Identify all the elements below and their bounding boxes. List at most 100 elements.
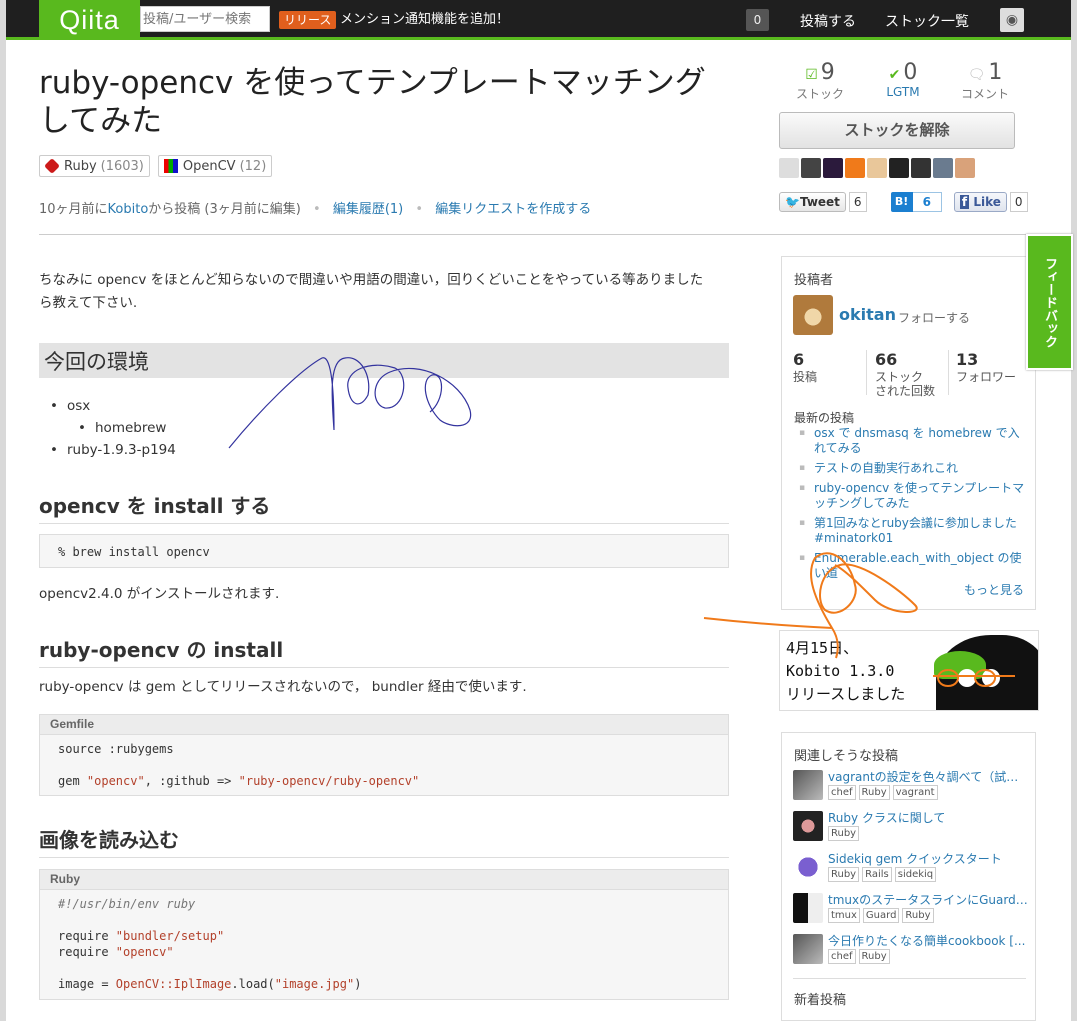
stocker-avatar[interactable] bbox=[955, 158, 975, 178]
related-header: 関連しそうな投稿 bbox=[794, 749, 899, 764]
related-author-avatar[interactable] bbox=[793, 770, 823, 800]
stocker-avatar[interactable] bbox=[845, 158, 865, 178]
related-tag[interactable]: chef bbox=[828, 949, 856, 964]
unstock-button[interactable]: ストックを解除 bbox=[779, 112, 1015, 149]
related-tag[interactable]: Rails bbox=[862, 867, 892, 882]
code-block-ruby: Ruby #!/usr/bin/env ruby require "bundle… bbox=[39, 869, 729, 1000]
author-name-link[interactable]: okitan bbox=[839, 305, 896, 324]
ruby-install-note: ruby-opencv は gem としてリリースされないので， bundler… bbox=[39, 679, 527, 695]
recent-post-link[interactable]: 第1回みなとruby会議に参加しました #minatork01 bbox=[799, 516, 1029, 546]
stocker-avatar[interactable] bbox=[801, 158, 821, 178]
nav-post-link[interactable]: 投稿する bbox=[800, 11, 856, 31]
window-left-edge bbox=[0, 0, 6, 1021]
recent-post-link[interactable]: ruby-opencv を使ってテンプレートマッチングしてみた bbox=[799, 481, 1029, 511]
tag-count: (12) bbox=[239, 158, 267, 174]
list-item: osx bbox=[50, 395, 176, 417]
stocker-avatar[interactable] bbox=[867, 158, 887, 178]
tag-opencv[interactable]: OpenCV (12) bbox=[157, 155, 273, 177]
hatena-bookmark-button[interactable]: B! bbox=[890, 192, 913, 212]
stocker-avatar[interactable] bbox=[911, 158, 931, 178]
author-posts-stat[interactable]: 6 投稿 bbox=[793, 350, 817, 384]
code-token: , :github => bbox=[144, 774, 239, 788]
related-tag[interactable]: Ruby bbox=[858, 785, 890, 800]
edit-history-link[interactable]: 編集履歴(1) bbox=[333, 202, 403, 217]
related-tag[interactable]: vagrant bbox=[892, 785, 938, 800]
related-tag[interactable]: chef bbox=[828, 785, 856, 800]
related-post-link[interactable]: 今日作りたくなる簡単cookbook [... bbox=[828, 932, 1028, 949]
facebook-like-button[interactable]: f Like bbox=[953, 192, 1007, 212]
related-author-avatar[interactable] bbox=[793, 934, 823, 964]
banner-line: 4月15日、 bbox=[786, 639, 859, 657]
banner-text: 4月15日、 Kobito 1.3.0 リリースしました bbox=[786, 637, 905, 706]
stat-number: 66 bbox=[875, 350, 898, 369]
related-tag[interactable]: Ruby bbox=[828, 826, 860, 841]
environment-list: osx homebrew ruby-1.9.3-p194 bbox=[50, 395, 176, 461]
separator-dot: • bbox=[313, 202, 321, 217]
related-tag[interactable]: Ruby bbox=[858, 949, 890, 964]
opencv-icon bbox=[163, 159, 178, 173]
stock-stat[interactable]: ☑ 9 ストック bbox=[785, 60, 855, 102]
lgtm-count: 0 bbox=[903, 60, 918, 85]
edit-request-link[interactable]: 編集リクエストを作成する bbox=[435, 202, 591, 217]
kobito-link[interactable]: Kobito bbox=[108, 202, 149, 217]
tag-ruby[interactable]: Ruby (1603) bbox=[39, 155, 150, 177]
related-tag[interactable]: tmux bbox=[828, 908, 860, 923]
recent-post-link[interactable]: テストの自動実行あれこれ bbox=[799, 461, 1029, 476]
related-tags: chef Ruby bbox=[828, 949, 890, 964]
code-filename: Gemfile bbox=[40, 715, 728, 735]
stocker-avatar[interactable] bbox=[889, 158, 909, 178]
related-tag[interactable]: Ruby bbox=[902, 908, 934, 923]
related-author-avatar[interactable] bbox=[793, 811, 823, 841]
nav-stock-list-link[interactable]: ストック一覧 bbox=[885, 11, 969, 31]
stocker-avatar[interactable] bbox=[933, 158, 953, 178]
kobito-release-banner[interactable]: 4月15日、 Kobito 1.3.0 リリースしました bbox=[779, 630, 1039, 711]
related-tag[interactable]: Ruby bbox=[828, 867, 860, 882]
code-filename: Ruby bbox=[40, 870, 728, 890]
title-line-1: ruby-opencv を使ってテンプレートマッチング bbox=[39, 65, 706, 101]
stat-label: された回数 bbox=[875, 384, 936, 398]
recent-posts-header: 最新の投稿 bbox=[794, 411, 855, 425]
code-block-install: % brew install opencv bbox=[39, 534, 729, 568]
recent-post-link[interactable]: Enumerable.each_with_object の使い道 bbox=[799, 551, 1029, 581]
related-post-link[interactable]: vagrantの設定を色々調べて（試し… bbox=[828, 768, 1028, 785]
window-right-edge bbox=[1071, 0, 1077, 1021]
related-author-avatar[interactable] bbox=[793, 852, 823, 882]
release-badge[interactable]: リリース bbox=[279, 11, 337, 29]
author-stocked-stat[interactable]: 66 ストック された回数 bbox=[875, 350, 935, 398]
stocker-avatar[interactable] bbox=[779, 158, 799, 178]
user-avatar-icon[interactable]: ◉ bbox=[1000, 8, 1024, 32]
stock-label: ストック bbox=[795, 87, 844, 101]
author-avatar[interactable] bbox=[793, 295, 833, 335]
code-token: "opencv" bbox=[86, 774, 145, 788]
more-link[interactable]: もっと見る bbox=[964, 581, 1024, 598]
author-followers-stat[interactable]: 13 フォロワー bbox=[956, 350, 1016, 384]
list-item: homebrew bbox=[50, 417, 176, 439]
top-navbar: Qiita リリース メンション通知機能を追加！ 0 投稿する ストック一覧 ◉ bbox=[6, 0, 1071, 40]
related-author-avatar[interactable] bbox=[793, 893, 823, 923]
feedback-tab[interactable]: フィードバック bbox=[1026, 234, 1073, 370]
twitter-icon: 🐦 bbox=[785, 195, 800, 209]
lgtm-stat[interactable]: ✔ 0 LGTM bbox=[868, 60, 938, 99]
title-line-2: してみた bbox=[39, 103, 163, 139]
release-announcement-link[interactable]: メンション通知機能を追加！ bbox=[340, 11, 509, 29]
code-text: #!/usr/bin/env ruby require "bundler/set… bbox=[40, 890, 728, 998]
search-input[interactable] bbox=[140, 6, 270, 32]
related-post-link[interactable]: Ruby クラスに関して bbox=[828, 809, 1028, 826]
related-tags: chef Ruby vagrant bbox=[828, 785, 938, 800]
comment-stat[interactable]: 🗨 1 コメント bbox=[950, 60, 1020, 102]
panel-divider bbox=[793, 978, 1026, 979]
follow-link[interactable]: フォローする bbox=[898, 309, 970, 326]
related-post-link[interactable]: tmuxのステータスラインにGuard… bbox=[828, 891, 1028, 908]
related-tag[interactable]: sidekiq bbox=[894, 867, 937, 882]
recent-posts-list: osx で dnsmasq を homebrew で入れてみる テストの自動実行… bbox=[799, 426, 1029, 586]
code-text: source :rubygems gem "opencv", :github =… bbox=[40, 735, 728, 795]
recent-post-link[interactable]: osx で dnsmasq を homebrew で入れてみる bbox=[799, 426, 1029, 456]
intro-line: ら教えて下さい. bbox=[39, 295, 138, 311]
comment-icon: 🗨 bbox=[967, 67, 986, 83]
qiita-logo[interactable]: Qiita bbox=[39, 0, 140, 40]
notification-count[interactable]: 0 bbox=[746, 9, 769, 31]
related-post-link[interactable]: Sidekiq gem クイックスタート bbox=[828, 850, 1028, 867]
related-tag[interactable]: Guard bbox=[862, 908, 900, 923]
stocker-avatar[interactable] bbox=[823, 158, 843, 178]
tweet-button[interactable]: 🐦Tweet bbox=[779, 192, 846, 212]
